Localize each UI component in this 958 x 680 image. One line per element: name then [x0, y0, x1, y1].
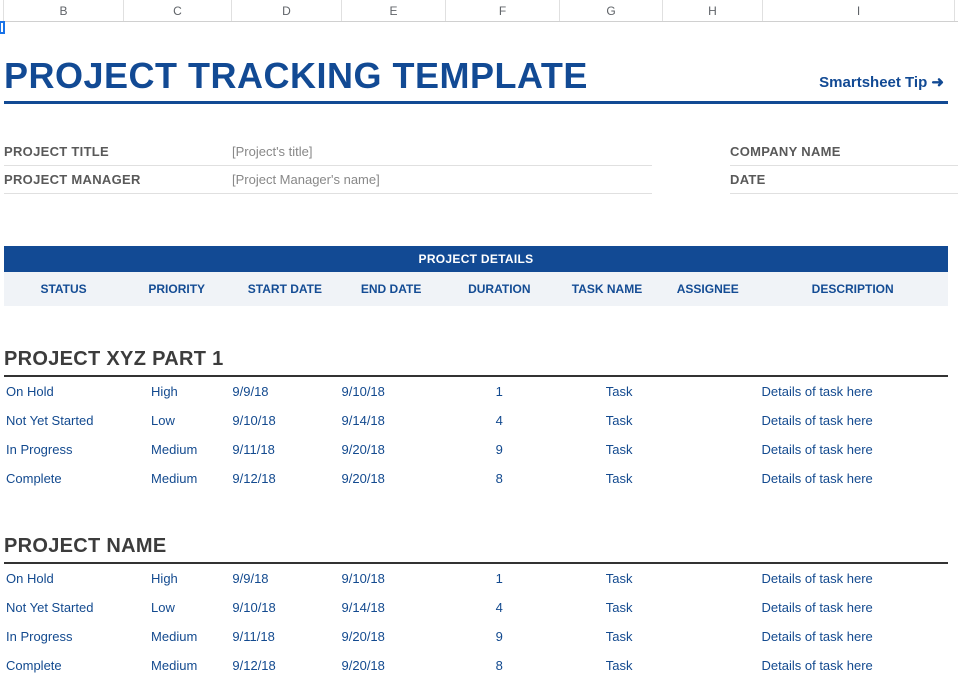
- priority-cell[interactable]: Medium: [123, 471, 230, 486]
- duration-cell[interactable]: 8: [443, 658, 556, 673]
- th-duration: DURATION: [443, 282, 556, 296]
- status-cell[interactable]: On Hold: [4, 571, 123, 586]
- task-row[interactable]: In ProgressMedium9/11/189/20/189Task Deta…: [4, 435, 948, 464]
- duration-cell[interactable]: 1: [443, 384, 556, 399]
- status-cell[interactable]: On Hold: [4, 384, 123, 399]
- start-date-cell[interactable]: 9/11/18: [230, 629, 339, 644]
- section-title: PROJECT NAME: [4, 535, 958, 558]
- task-row[interactable]: Not Yet StartedLow9/10/189/14/184Task Det…: [4, 406, 948, 435]
- status-cell[interactable]: In Progress: [4, 442, 123, 457]
- col-i[interactable]: I: [763, 0, 955, 21]
- end-date-cell[interactable]: 9/10/18: [340, 571, 443, 586]
- start-date-cell[interactable]: 9/12/18: [230, 471, 339, 486]
- description-cell[interactable]: Details of task here: [758, 658, 948, 673]
- task-name-cell[interactable]: Task: [556, 600, 659, 615]
- duration-cell[interactable]: 9: [443, 442, 556, 457]
- th-task-name: TASK NAME: [556, 282, 658, 296]
- task-name-cell[interactable]: Task: [556, 629, 659, 644]
- title-divider: [4, 101, 948, 104]
- start-date-cell[interactable]: 9/10/18: [230, 413, 339, 428]
- col-g[interactable]: G: [560, 0, 663, 21]
- col-b[interactable]: B: [4, 0, 124, 21]
- description-cell[interactable]: Details of task here: [758, 442, 948, 457]
- task-name-cell[interactable]: Task: [556, 413, 659, 428]
- task-name-cell[interactable]: Task: [556, 384, 659, 399]
- task-row[interactable]: In ProgressMedium9/11/189/20/189Task Deta…: [4, 622, 948, 651]
- end-date-cell[interactable]: 9/10/18: [340, 384, 443, 399]
- selected-cell-marker[interactable]: [0, 22, 4, 33]
- th-assignee: ASSIGNEE: [658, 282, 757, 296]
- description-cell[interactable]: Details of task here: [758, 471, 948, 486]
- task-name-cell[interactable]: Task: [556, 658, 659, 673]
- end-date-cell[interactable]: 9/20/18: [340, 658, 443, 673]
- company-name-label: COMPANY NAME: [730, 144, 958, 159]
- status-cell[interactable]: Not Yet Started: [4, 413, 123, 428]
- priority-cell[interactable]: High: [123, 571, 230, 586]
- start-date-cell[interactable]: 9/11/18: [230, 442, 339, 457]
- description-cell[interactable]: Details of task here: [758, 413, 948, 428]
- end-date-cell[interactable]: 9/14/18: [340, 413, 443, 428]
- th-priority: PRIORITY: [123, 282, 230, 296]
- priority-cell[interactable]: Medium: [123, 442, 230, 457]
- start-date-cell[interactable]: 9/9/18: [230, 384, 339, 399]
- end-date-cell[interactable]: 9/20/18: [340, 471, 443, 486]
- start-date-cell[interactable]: 9/10/18: [230, 600, 339, 615]
- description-cell[interactable]: Details of task here: [758, 629, 948, 644]
- col-h[interactable]: H: [663, 0, 763, 21]
- end-date-cell[interactable]: 9/20/18: [340, 442, 443, 457]
- status-cell[interactable]: Not Yet Started: [4, 600, 123, 615]
- description-cell[interactable]: Details of task here: [758, 571, 948, 586]
- end-date-cell[interactable]: 9/14/18: [340, 600, 443, 615]
- task-name-cell[interactable]: Task: [556, 442, 659, 457]
- status-cell[interactable]: Complete: [4, 471, 123, 486]
- task-row[interactable]: On HoldHigh9/9/189/10/181Task Details of …: [4, 377, 948, 406]
- project-manager-value[interactable]: [Project Manager's name]: [232, 172, 380, 187]
- end-date-cell[interactable]: 9/20/18: [340, 629, 443, 644]
- priority-cell[interactable]: Low: [123, 413, 230, 428]
- priority-cell[interactable]: Medium: [123, 629, 230, 644]
- status-cell[interactable]: Complete: [4, 658, 123, 673]
- task-row[interactable]: CompleteMedium9/12/189/20/188Task Details…: [4, 464, 948, 493]
- project-manager-label: PROJECT MANAGER: [4, 172, 232, 187]
- smartsheet-tip-link[interactable]: Smartsheet Tip ➜: [819, 73, 958, 97]
- col-e[interactable]: E: [342, 0, 446, 21]
- project-details-banner: PROJECT DETAILS: [4, 246, 948, 272]
- duration-cell[interactable]: 8: [443, 471, 556, 486]
- col-d[interactable]: D: [232, 0, 342, 21]
- th-end-date: END DATE: [340, 282, 443, 296]
- duration-cell[interactable]: 1: [443, 571, 556, 586]
- status-cell[interactable]: In Progress: [4, 629, 123, 644]
- start-date-cell[interactable]: 9/12/18: [230, 658, 339, 673]
- project-title-label: PROJECT TITLE: [4, 144, 232, 159]
- task-row[interactable]: On HoldHigh9/9/189/10/181Task Details of …: [4, 564, 948, 593]
- duration-cell[interactable]: 9: [443, 629, 556, 644]
- priority-cell[interactable]: Medium: [123, 658, 230, 673]
- th-status: STATUS: [4, 282, 123, 296]
- duration-cell[interactable]: 4: [443, 600, 556, 615]
- priority-cell[interactable]: High: [123, 384, 230, 399]
- task-name-cell[interactable]: Task: [556, 571, 659, 586]
- date-label: DATE: [730, 172, 958, 187]
- start-date-cell[interactable]: 9/9/18: [230, 571, 339, 586]
- column-headers: B C D E F G H I: [0, 0, 958, 22]
- th-start-date: START DATE: [230, 282, 339, 296]
- col-c[interactable]: C: [124, 0, 232, 21]
- task-row[interactable]: Not Yet StartedLow9/10/189/14/184Task Det…: [4, 593, 948, 622]
- priority-cell[interactable]: Low: [123, 600, 230, 615]
- task-row[interactable]: CompleteMedium9/12/189/20/188Task Details…: [4, 651, 948, 680]
- table-header-row: STATUS PRIORITY START DATE END DATE DURA…: [4, 272, 948, 306]
- duration-cell[interactable]: 4: [443, 413, 556, 428]
- th-description: DESCRIPTION: [757, 282, 948, 296]
- task-name-cell[interactable]: Task: [556, 471, 659, 486]
- description-cell[interactable]: Details of task here: [758, 600, 948, 615]
- col-f[interactable]: F: [446, 0, 560, 21]
- description-cell[interactable]: Details of task here: [758, 384, 948, 399]
- section-title: PROJECT XYZ PART 1: [4, 348, 958, 371]
- project-title-value[interactable]: [Project's title]: [232, 144, 313, 159]
- page-title: PROJECT TRACKING TEMPLATE: [4, 55, 819, 97]
